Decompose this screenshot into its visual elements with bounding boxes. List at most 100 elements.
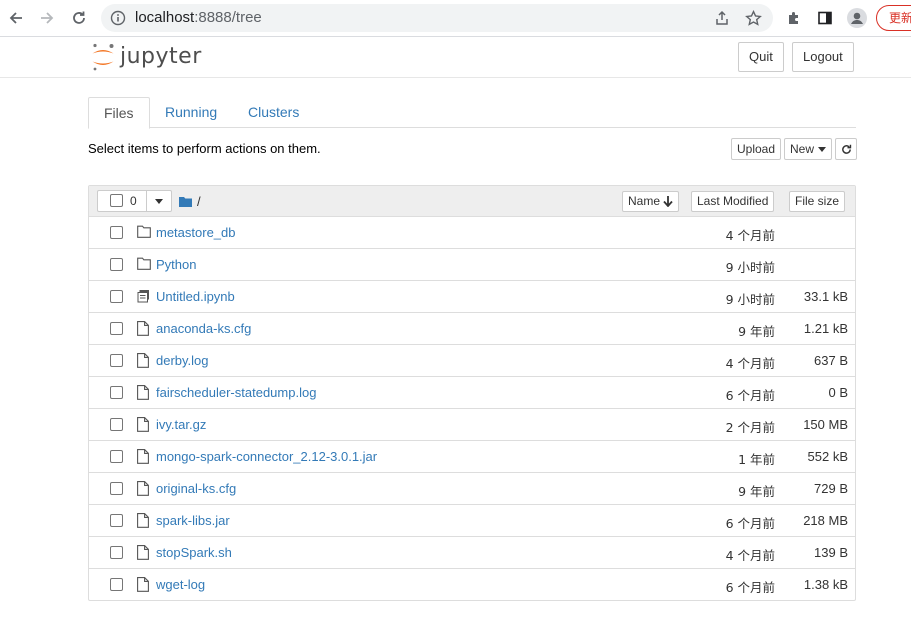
sort-by-size-button[interactable]: File size [789, 191, 846, 212]
tab-files[interactable]: Files [88, 97, 150, 129]
update-button[interactable]: 更新 [876, 5, 911, 31]
file-row-checkbox[interactable] [110, 386, 123, 399]
file-icon [137, 321, 151, 337]
file-row[interactable]: Python 9 小时前 [89, 249, 855, 281]
file-name-link[interactable]: original-ks.cfg [156, 481, 236, 496]
file-modified: 6 个月前 [725, 580, 775, 595]
back-button[interactable] [4, 6, 28, 30]
arrow-right-icon [41, 12, 54, 24]
file-icon [137, 353, 151, 369]
select-menu-button[interactable] [147, 191, 171, 211]
file-size: 729 B [814, 481, 848, 496]
select-all-checkbox[interactable] [110, 194, 123, 207]
file-modified: 9 年前 [738, 484, 775, 499]
file-list: 0 / Name Last Modified File size metasto… [88, 185, 856, 601]
file-name-link[interactable]: stopSpark.sh [156, 545, 232, 560]
file-list-header: 0 / Name Last Modified File size [89, 186, 855, 217]
folder-icon [179, 197, 192, 207]
caret-down-icon [155, 198, 164, 204]
file-row-checkbox[interactable] [110, 226, 123, 239]
file-name-link[interactable]: mongo-spark-connector_2.12-3.0.1.jar [156, 449, 377, 464]
tab-running[interactable]: Running [150, 97, 232, 128]
site-info-icon[interactable] [110, 10, 126, 29]
file-row-checkbox[interactable] [110, 450, 123, 463]
file-size: 218 MB [803, 513, 848, 528]
selection-hint: Select items to perform actions on them. [88, 141, 321, 156]
reload-icon [73, 11, 85, 24]
size-column-label: File size [795, 194, 840, 208]
file-name-link[interactable]: spark-libs.jar [156, 513, 230, 528]
browser-toolbar: localhost:8888/tree 更新 [0, 0, 911, 37]
file-modified: 9 小时前 [725, 292, 775, 307]
extensions-icon[interactable] [783, 7, 805, 29]
name-column-label: Name [628, 194, 661, 208]
jupyter-logo[interactable]: jupyter [90, 41, 202, 73]
file-row-checkbox[interactable] [110, 322, 123, 335]
file-name-link[interactable]: metastore_db [156, 225, 236, 240]
file-row-checkbox[interactable] [110, 418, 123, 431]
jupyter-logo-icon [92, 43, 114, 71]
main-tabs: Files Running Clusters [88, 97, 856, 129]
file-modified: 6 个月前 [725, 516, 775, 531]
select-all-control[interactable]: 0 [98, 191, 148, 211]
file-size: 33.1 kB [803, 289, 848, 304]
tab-clusters[interactable]: Clusters [233, 97, 314, 128]
file-name-link[interactable]: derby.log [156, 353, 209, 368]
file-row[interactable]: mongo-spark-connector_2.12-3.0.1.jar 1 年前… [89, 441, 855, 473]
side-panel-icon[interactable] [814, 7, 836, 29]
file-modified: 9 小时前 [725, 260, 775, 275]
file-row-checkbox[interactable] [110, 290, 123, 303]
profile-avatar-icon[interactable] [846, 7, 868, 29]
file-name-link[interactable]: Python [156, 257, 196, 272]
file-size: 0 B [828, 385, 848, 400]
file-icon [137, 577, 151, 593]
file-row-checkbox[interactable] [110, 578, 123, 591]
caret-down-icon [818, 146, 827, 152]
file-name-link[interactable]: wget-log [156, 577, 205, 592]
file-size: 139 B [814, 545, 848, 560]
file-row[interactable]: spark-libs.jar 6 个月前 218 MB [89, 505, 855, 537]
new-label: New [790, 142, 815, 156]
logout-button[interactable]: Logout [792, 42, 854, 72]
address-bar[interactable]: localhost:8888/tree [101, 4, 773, 32]
upload-label: Upload [737, 142, 776, 156]
file-name-link[interactable]: ivy.tar.gz [156, 417, 206, 432]
file-modified: 9 年前 [738, 324, 775, 339]
file-row-checkbox[interactable] [110, 514, 123, 527]
sort-by-name-button[interactable]: Name [622, 191, 680, 212]
file-icon [137, 513, 151, 529]
file-name-link[interactable]: Untitled.ipynb [156, 289, 235, 304]
url-text[interactable]: localhost:8888/tree [135, 9, 262, 26]
file-row-checkbox[interactable] [110, 482, 123, 495]
file-icon [137, 481, 151, 497]
breadcrumb[interactable]: / [179, 194, 201, 209]
upload-button[interactable]: Upload [731, 138, 782, 160]
new-dropdown-button[interactable]: New [784, 138, 833, 160]
file-row[interactable]: derby.log 4 个月前 637 B [89, 345, 855, 377]
forward-button[interactable] [35, 6, 59, 30]
file-row[interactable]: fairscheduler-statedump.log 6 个月前 0 B [89, 377, 855, 409]
quit-button[interactable]: Quit [738, 42, 784, 72]
file-row[interactable]: metastore_db 4 个月前 [89, 217, 855, 249]
file-row-checkbox[interactable] [110, 354, 123, 367]
file-row[interactable]: stopSpark.sh 4 个月前 139 B [89, 537, 855, 569]
refresh-button[interactable] [835, 138, 857, 160]
file-row[interactable]: wget-log 6 个月前 1.38 kB [89, 569, 855, 601]
file-modified: 4 个月前 [725, 548, 775, 563]
bookmark-star-icon[interactable] [744, 9, 762, 27]
file-icon [137, 385, 151, 401]
file-row[interactable]: ivy.tar.gz 2 个月前 150 MB [89, 409, 855, 441]
file-size: 1.21 kB [803, 321, 848, 336]
file-row-checkbox[interactable] [110, 258, 123, 271]
file-row-checkbox[interactable] [110, 546, 123, 559]
share-icon[interactable] [713, 9, 731, 27]
file-row[interactable]: original-ks.cfg 9 年前 729 B [89, 473, 855, 505]
file-modified: 1 年前 [738, 452, 775, 467]
arrow-left-icon [9, 12, 22, 24]
file-name-link[interactable]: anaconda-ks.cfg [156, 321, 251, 336]
file-row[interactable]: Untitled.ipynb 9 小时前 33.1 kB [89, 281, 855, 313]
reload-button[interactable] [67, 6, 91, 30]
file-name-link[interactable]: fairscheduler-statedump.log [156, 385, 316, 400]
sort-by-modified-button[interactable]: Last Modified [691, 191, 775, 212]
file-row[interactable]: anaconda-ks.cfg 9 年前 1.21 kB [89, 313, 855, 345]
